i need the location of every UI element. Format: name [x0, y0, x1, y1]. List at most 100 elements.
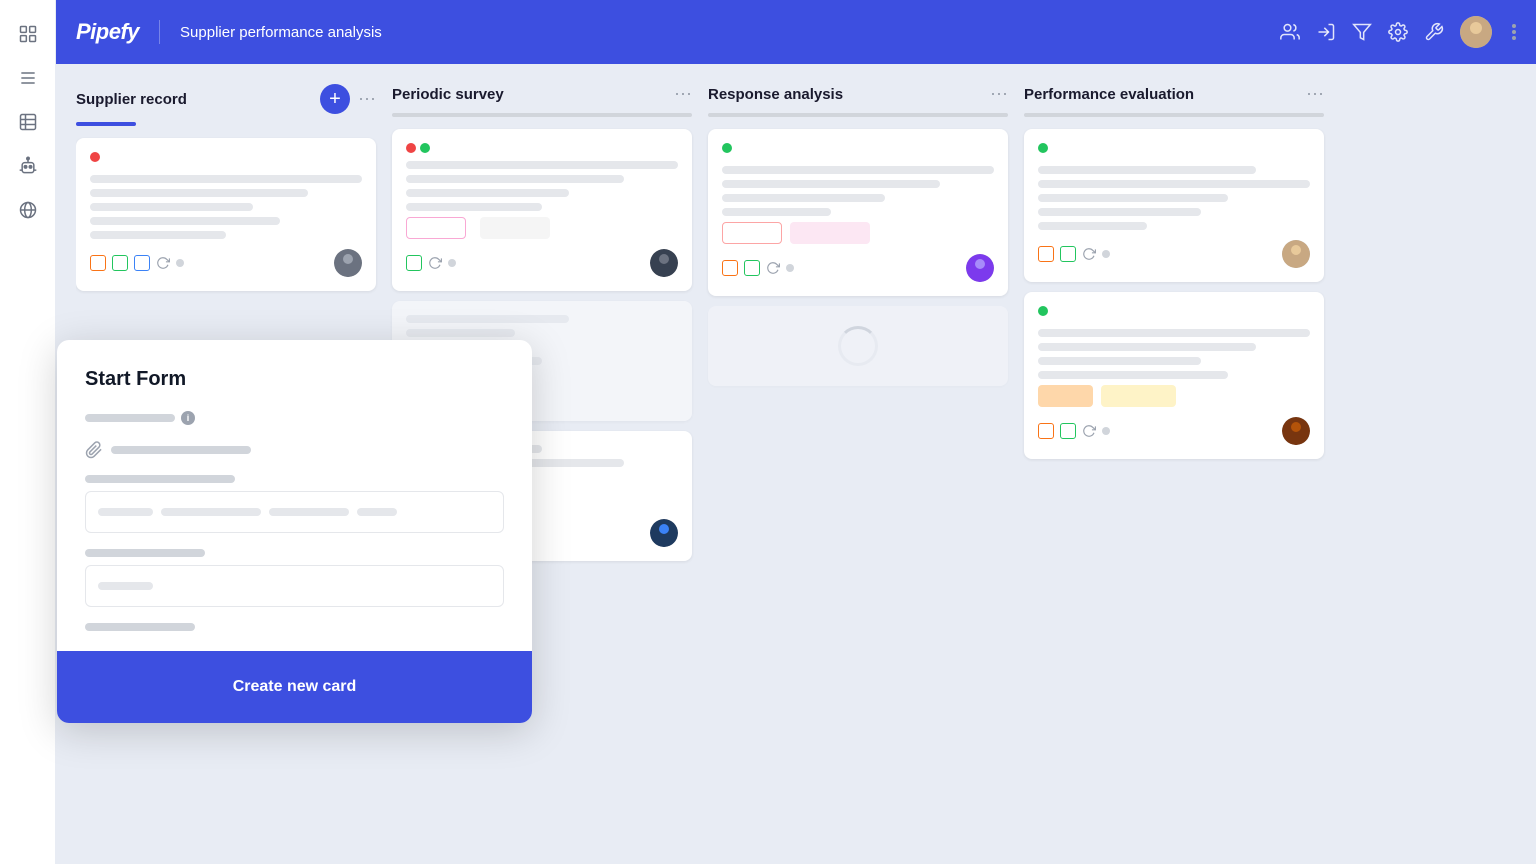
sk [406, 203, 542, 211]
form-field-3 [85, 549, 504, 607]
start-form-title: Start Form [85, 368, 504, 391]
sidebar-item-list[interactable] [10, 60, 46, 96]
ci-o-resp [722, 260, 738, 276]
sk [1038, 343, 1256, 351]
dot-red [406, 143, 416, 153]
start-form-footer[interactable]: Create new card [57, 651, 532, 723]
sk [1038, 194, 1228, 202]
card-icons-2 [406, 255, 456, 271]
logo: Pipefy [76, 19, 139, 45]
column-bar-perf [1024, 113, 1324, 117]
sk [90, 231, 226, 239]
form-field-1: i [85, 411, 504, 425]
sk [406, 315, 569, 323]
sk [406, 329, 515, 337]
input-sk [98, 582, 153, 590]
start-form-body: Start Form i [57, 340, 532, 651]
sk [1038, 208, 1201, 216]
column-title-performance: Performance evaluation [1024, 86, 1298, 103]
sk [406, 175, 624, 183]
sk [1038, 166, 1256, 174]
card-periodic-1 [392, 129, 692, 291]
tag-pink-outline [722, 222, 782, 244]
column-response-analysis: Response analysis ⋯ [708, 84, 1008, 396]
filter-icon[interactable] [1352, 22, 1372, 42]
card-footer-perf-2 [1038, 417, 1310, 445]
sk [1038, 222, 1147, 230]
form-input-skeleton-1 [98, 508, 397, 516]
header-title: Supplier performance analysis [180, 24, 1280, 41]
form-attachment-row [85, 441, 504, 459]
form-input-2[interactable] [85, 565, 504, 607]
column-title-supplier-record: Supplier record [76, 91, 312, 108]
card-dot-green-perf2 [1038, 306, 1048, 316]
header-actions [1280, 16, 1516, 48]
refresh-perf-2 [1082, 424, 1096, 438]
card-icons-perf-1 [1038, 246, 1110, 262]
tag-row-perf [1038, 385, 1310, 407]
column-header-periodic-survey: Periodic survey ⋯ [392, 84, 692, 105]
sk [722, 180, 940, 188]
dot-resp [786, 264, 794, 272]
refresh-resp [766, 261, 780, 275]
card-icon-blue [134, 255, 150, 271]
sidebar-item-bot[interactable] [10, 148, 46, 184]
column-bar-supplier-record [76, 122, 136, 126]
ci-g-resp [744, 260, 760, 276]
form-section-label-3 [85, 549, 205, 557]
card-avatar-perf-2 [1282, 417, 1310, 445]
login-icon[interactable] [1316, 22, 1336, 42]
add-card-supplier-record[interactable]: + [320, 84, 350, 114]
form-label-row-1: i [85, 411, 504, 425]
form-input-1[interactable] [85, 491, 504, 533]
refresh-icon [156, 256, 170, 270]
sk [406, 189, 569, 197]
sidebar [0, 0, 56, 864]
column-header-supplier-record: Supplier record + ⋯ [76, 84, 376, 114]
ci-g-perf2 [1060, 423, 1076, 439]
column-more-supplier-record[interactable]: ⋯ [358, 89, 376, 110]
tag-yellow-perf [1101, 385, 1176, 407]
attachment-icon [85, 441, 103, 459]
tag-orange-perf [1038, 385, 1093, 407]
people-icon[interactable] [1280, 22, 1300, 42]
column-more-performance[interactable]: ⋯ [1306, 84, 1324, 105]
card-icon-green2 [406, 255, 422, 271]
card-footer-resp-1 [722, 254, 994, 282]
card-avatar-resp-1 [966, 254, 994, 282]
sidebar-item-globe[interactable] [10, 192, 46, 228]
sk [1038, 180, 1310, 188]
card-response-loading [708, 306, 1008, 386]
dot-green [420, 143, 430, 153]
card-icon-orange [90, 255, 106, 271]
column-more-periodic-survey[interactable]: ⋯ [674, 84, 692, 105]
sidebar-item-table[interactable] [10, 104, 46, 140]
card-response-1 [708, 129, 1008, 296]
create-new-card-button[interactable]: Create new card [233, 678, 357, 696]
header-more-menu[interactable] [1512, 24, 1516, 40]
tag-row-resp [722, 222, 994, 244]
column-performance: Performance evaluation ⋯ [1024, 84, 1324, 469]
sidebar-item-grid[interactable] [10, 16, 46, 52]
card-icons-resp [722, 260, 794, 276]
column-header-response-analysis: Response analysis ⋯ [708, 84, 1008, 105]
start-form-overlay: Start Form i [57, 340, 532, 723]
sk [90, 203, 253, 211]
column-more-response-analysis[interactable]: ⋯ [990, 84, 1008, 105]
form-label-1 [85, 414, 175, 422]
card-perf-2 [1024, 292, 1324, 459]
user-avatar[interactable] [1460, 16, 1492, 48]
card-dot-green-resp [722, 143, 732, 153]
tag-pill-gray [480, 217, 550, 239]
card-icons [90, 255, 184, 271]
form-field-2 [85, 475, 504, 533]
sk [90, 175, 362, 183]
card-dots [406, 143, 678, 153]
settings-icon[interactable] [1388, 22, 1408, 42]
card-avatar-3 [650, 519, 678, 547]
wrench-icon[interactable] [1424, 22, 1444, 42]
card-footer-perf-1 [1038, 240, 1310, 268]
card-dot-green-perf [1038, 143, 1048, 153]
info-icon[interactable]: i [181, 411, 195, 425]
header: Pipefy Supplier performance analysis [56, 0, 1536, 64]
